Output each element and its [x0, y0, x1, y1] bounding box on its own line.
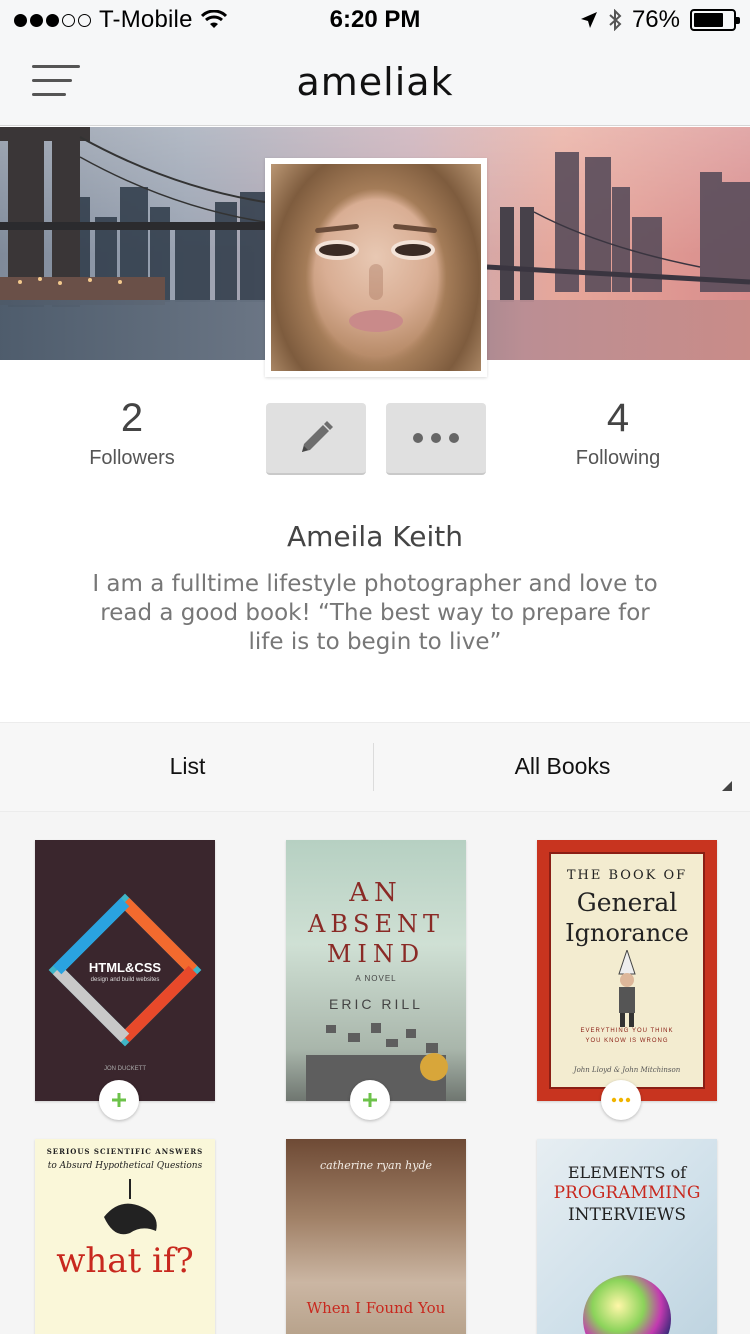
book-kicker: A NOVEL	[355, 974, 397, 983]
book-title-line: General	[576, 888, 678, 917]
book-tagline: YOU KNOW IS WRONG	[585, 1038, 669, 1044]
book-title-line: ABSENT	[308, 910, 444, 938]
triangle-icon[interactable]	[722, 781, 732, 791]
plus-icon	[363, 1093, 377, 1107]
book-title-line: Ignorance	[565, 919, 689, 947]
book-top-line: to Absurd Hypothetical Questions	[47, 1161, 203, 1171]
add-book-button[interactable]	[350, 1080, 390, 1120]
avatar[interactable]	[265, 158, 487, 377]
plus-icon	[112, 1093, 126, 1107]
following-stat[interactable]: 4 Following	[548, 396, 688, 470]
book-title: When I Found You	[306, 1299, 446, 1317]
book-title-line: ELEMENTS of	[567, 1163, 687, 1182]
book-cover-html-css[interactable]: HTML&CSS design and build websites JON D…	[35, 840, 215, 1101]
book-tagline: EVERYTHING YOU THINK	[580, 1028, 674, 1034]
page-title: ameliak	[296, 60, 454, 104]
book-top-line: THE BOOK OF	[566, 868, 688, 883]
book-cover-absent-mind[interactable]: AN ABSENT MIND A NOVEL ERIC RILL	[286, 840, 466, 1101]
location-arrow-icon	[580, 12, 597, 28]
status-bar: T-Mobile 6:20 PM 76%	[0, 0, 750, 40]
profile-bio: I am a fulltime lifestyle photographer a…	[92, 571, 658, 655]
tab-divider	[373, 743, 374, 791]
book-more-button[interactable]	[601, 1080, 641, 1120]
book-title: HTML&CSS	[88, 960, 162, 975]
pencil-icon	[302, 421, 333, 452]
edit-profile-button[interactable]	[266, 403, 366, 475]
view-tabs: List All Books	[0, 722, 750, 812]
book-title-line: PROGRAMMING	[553, 1183, 701, 1203]
avatar-photo	[271, 164, 481, 371]
tab-list[interactable]: List	[0, 753, 375, 780]
following-count: 4	[606, 396, 630, 440]
followers-label: Followers	[89, 447, 175, 469]
bluetooth-icon	[609, 9, 622, 31]
book-author: ERIC RILL	[329, 996, 423, 1012]
status-right: 76%	[580, 6, 740, 34]
book-cover-what-if[interactable]: SERIOUS SCIENTIFIC ANSWERS to Absurd Hyp…	[35, 1139, 215, 1334]
book-top-line: SERIOUS SCIENTIFIC ANSWERS	[46, 1147, 204, 1156]
ellipsis-icon	[611, 1097, 631, 1103]
add-book-button[interactable]	[99, 1080, 139, 1120]
following-label: Following	[575, 447, 661, 469]
book-author: JON DUCKETT	[104, 1066, 146, 1072]
book-title-line: MIND	[326, 940, 426, 968]
battery-percent: 76%	[631, 6, 680, 33]
followers-count: 2	[120, 396, 144, 440]
book-subtitle: design and build websites	[90, 977, 160, 983]
battery-icon	[690, 9, 740, 31]
book-grid: HTML&CSS design and build websites JON D…	[0, 812, 750, 1334]
followers-stat[interactable]: 2 Followers	[62, 396, 202, 470]
book-author: John Lloyd & John Mitchinson	[573, 1066, 681, 1074]
book-cover-elements-of-programming-interviews[interactable]: ELEMENTS of PROGRAMMING INTERVIEWS	[537, 1139, 717, 1334]
nav-bar: ameliak	[0, 40, 750, 126]
profile-name: Ameila Keith	[287, 520, 463, 553]
book-title-line: INTERVIEWS	[567, 1205, 687, 1225]
book-author: catherine ryan hyde	[319, 1159, 433, 1172]
book-title: what if?	[56, 1241, 194, 1281]
book-cover-when-i-found-you[interactable]: catherine ryan hyde When I Found You	[286, 1139, 466, 1334]
more-options-button[interactable]	[386, 403, 486, 475]
tab-all-books[interactable]: All Books	[375, 753, 750, 780]
ellipsis-icon	[413, 433, 459, 443]
book-cover-general-ignorance[interactable]: THE BOOK OF General Ignorance EVERYTHING…	[537, 840, 717, 1101]
book-title-line: AN	[349, 878, 403, 908]
